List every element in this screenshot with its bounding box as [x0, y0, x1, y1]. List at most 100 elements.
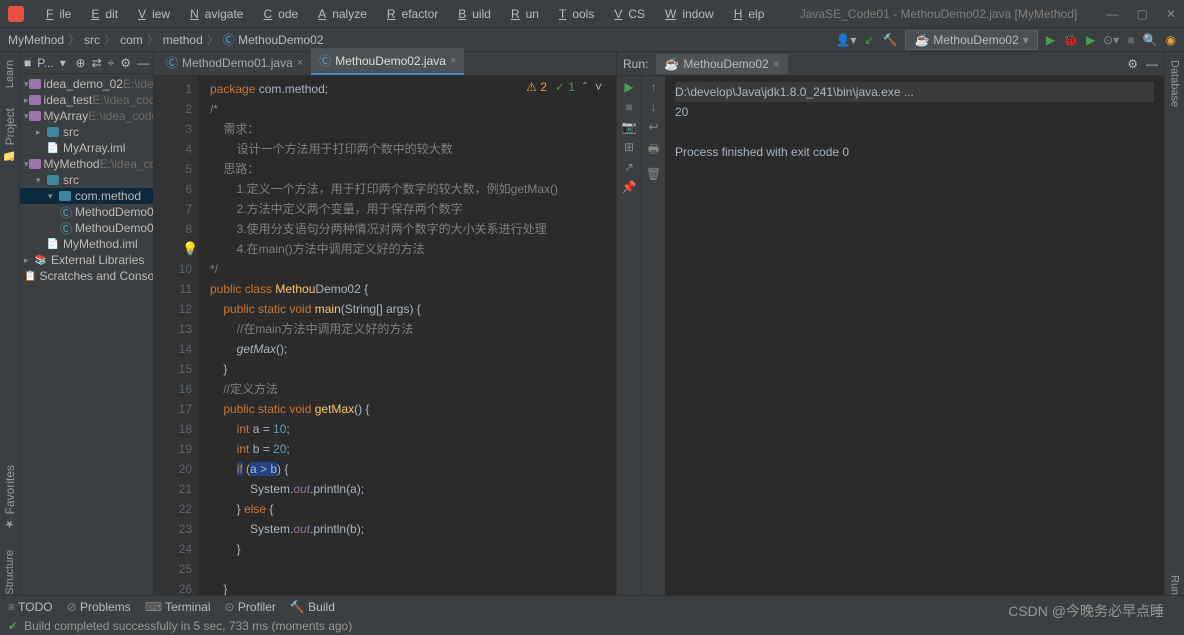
tree-row[interactable]: ▾MyArray E:\idea_code\ide — [20, 108, 153, 124]
run-side-tab[interactable]: Run — [1169, 575, 1181, 595]
hammer-icon[interactable]: 🔨 — [882, 33, 897, 47]
maximize-icon[interactable]: ▢ — [1137, 7, 1148, 21]
user-icon[interactable]: 👤▾ — [835, 33, 856, 47]
tree-row[interactable]: 📋Scratches and Consoles — [20, 268, 153, 284]
menu-tools[interactable]: Tools — [547, 3, 600, 25]
editor[interactable]: ⚠ 2 ✓ 1 ˆ ˅ 1234567891011▶12▶13141516171… — [154, 76, 616, 595]
expand-icon[interactable]: ⇄ — [92, 56, 102, 70]
bulb-icon[interactable]: 💡 — [182, 241, 198, 257]
check-indicator[interactable]: ✓ 1 — [555, 80, 575, 94]
run-body: ▶ ■ 📷 ⊞ ↗ 📌 ↑ ↓ ↩ 🖶 🗑 D:\develop\Java\jd… — [617, 76, 1164, 595]
menu-run[interactable]: Run — [499, 3, 545, 25]
database-tab[interactable]: Database — [1169, 60, 1181, 107]
tree-row[interactable]: ▾idea_demo_02 E:\idea_co — [20, 76, 153, 92]
breadcrumb-item[interactable]: method — [163, 33, 203, 47]
breadcrumb-item[interactable]: com — [120, 33, 143, 47]
run-config-combo[interactable]: ☕ MethouDemo02 ▾ — [905, 30, 1037, 50]
tool-build[interactable]: 🔨 Build — [290, 600, 335, 614]
run-gear-icon[interactable]: ⚙ — [1127, 57, 1138, 71]
menu-analyze[interactable]: Analyze — [306, 3, 373, 25]
hide-icon[interactable]: — — [137, 56, 149, 70]
layout-icon[interactable]: ⊞ — [624, 140, 634, 154]
tree-row[interactable]: ▾MyMethod E:\idea_code\ — [20, 156, 153, 172]
project-combo[interactable]: P... — [37, 56, 53, 70]
tool-profiler[interactable]: ⊙ Profiler — [224, 600, 275, 614]
gear-icon[interactable]: ⚙ — [120, 56, 131, 70]
tool-terminal[interactable]: ⌨ Terminal — [145, 600, 211, 614]
coverage-icon[interactable]: ▶ — [1086, 33, 1095, 47]
tree-row[interactable]: ▾com.method — [20, 188, 153, 204]
up-arrow-icon[interactable]: ↑ — [651, 80, 657, 94]
project-tab[interactable]: 📁 Project — [3, 108, 17, 162]
run-output-gutter: ↑ ↓ ↩ 🖶 🗑 — [641, 76, 665, 595]
editor-area: ⒸMethodDemo01.java×ⒸMethouDemo02.java× ⚠… — [154, 52, 616, 595]
menu-file[interactable]: File — [34, 3, 77, 25]
watermark: CSDN @今晚务必早点睡 — [1008, 601, 1164, 621]
tree-row[interactable]: ▸idea_test E:\idea_code\i — [20, 92, 153, 108]
menu-view[interactable]: View — [126, 3, 176, 25]
menu-vcs[interactable]: VCS — [602, 3, 651, 25]
nav-bar: MyMethod〉src〉com〉method〉Ⓒ MethouDemo02 👤… — [0, 28, 1184, 52]
debug-icon[interactable]: 🐞 — [1063, 33, 1078, 47]
status-bar: ✔ Build completed successfully in 5 sec,… — [0, 617, 1184, 635]
exit-icon[interactable]: ↗ — [624, 160, 634, 174]
menu-code[interactable]: Code — [251, 3, 304, 25]
trash-icon[interactable]: 🗑 — [646, 167, 661, 181]
stop-run-icon[interactable]: ■ — [625, 100, 632, 114]
title-bar: FileEditViewNavigateCodeAnalyzeRefactorB… — [0, 0, 1184, 28]
menu-build[interactable]: Build — [446, 3, 497, 25]
app-logo — [8, 6, 24, 22]
print-icon[interactable]: 🖶 — [648, 140, 659, 161]
menu-window[interactable]: Window — [653, 3, 720, 25]
console[interactable]: D:\develop\Java\jdk1.8.0_241\bin\java.ex… — [665, 76, 1164, 595]
main-area: Learn 📁 Project ★ Favorites Structure ■P… — [0, 52, 1184, 595]
tree-row[interactable]: ▸📚External Libraries — [20, 252, 153, 268]
pin-icon[interactable]: 📌 — [622, 180, 637, 194]
run-hide-icon[interactable]: — — [1146, 57, 1158, 71]
menu-refactor[interactable]: Refactor — [375, 3, 444, 25]
tree-row[interactable]: 📄MyMethod.iml — [20, 236, 153, 252]
warn-indicator[interactable]: ⚠ 2 — [526, 80, 547, 94]
project-header: ■P...▾ ⊕ ⇄ ÷ ⚙ — — [20, 52, 153, 74]
wrap-icon[interactable]: ↩ — [648, 120, 658, 134]
sync-icon[interactable]: ↙ — [864, 33, 874, 47]
tree-row[interactable]: 📄MyArray.iml — [20, 140, 153, 156]
editor-tab[interactable]: ⒸMethouDemo02.java× — [311, 48, 464, 75]
code[interactable]: package com.method;/* 需求： 设计一个方法用于打印两个数中… — [198, 76, 616, 595]
structure-tab[interactable]: Structure — [4, 550, 16, 595]
breadcrumb-item[interactable]: Ⓒ MethouDemo02 — [223, 31, 324, 48]
dump-icon[interactable]: 📷 — [622, 120, 637, 134]
menu-help[interactable]: Help — [722, 3, 771, 25]
run-label: Run: — [623, 57, 648, 71]
search-icon[interactable]: 🔍 — [1143, 33, 1158, 47]
down-indicator[interactable]: ˅ — [595, 80, 602, 94]
close-icon[interactable]: ✕ — [1166, 7, 1176, 21]
stop-icon[interactable]: ■ — [1127, 33, 1134, 47]
run-icon[interactable]: ▶ — [1046, 33, 1055, 47]
main-menu: FileEditViewNavigateCodeAnalyzeRefactorB… — [34, 3, 770, 25]
breadcrumb-item[interactable]: MyMethod — [8, 33, 64, 47]
run-tab[interactable]: ☕ MethouDemo02 × — [656, 54, 787, 74]
project-tree[interactable]: ▾idea_demo_02 E:\idea_co▸idea_test E:\id… — [20, 74, 153, 286]
tool-todo[interactable]: ≡ TODO — [8, 600, 53, 614]
up-indicator[interactable]: ˆ — [583, 80, 587, 94]
learn-tab[interactable]: Learn — [4, 60, 16, 88]
tree-row[interactable]: ⒸMethouDemo02 — [20, 220, 153, 236]
profile-icon[interactable]: ⊙▾ — [1103, 33, 1119, 47]
favorites-tab[interactable]: ★ Favorites — [3, 465, 17, 530]
minimize-icon[interactable]: — — [1107, 7, 1119, 21]
tree-row[interactable]: ▸src — [20, 124, 153, 140]
menu-edit[interactable]: Edit — [79, 3, 124, 25]
collapse-icon[interactable]: ÷ — [108, 56, 115, 70]
menu-navigate[interactable]: Navigate — [178, 3, 249, 25]
breadcrumb-item[interactable]: src — [84, 33, 100, 47]
editor-tab[interactable]: ⒸMethodDemo01.java× — [158, 50, 311, 75]
rerun-icon[interactable]: ▶ — [624, 80, 633, 94]
tool-problems[interactable]: ⊘ Problems — [67, 600, 131, 614]
tree-row[interactable]: ▾src — [20, 172, 153, 188]
down-arrow-icon[interactable]: ↓ — [651, 100, 657, 114]
assist-icon[interactable]: ◉ — [1166, 33, 1176, 47]
target-icon[interactable]: ⊕ — [76, 56, 86, 70]
tree-row[interactable]: ⒸMethodDemo01 — [20, 204, 153, 220]
run-config-label: MethouDemo02 — [933, 33, 1018, 47]
